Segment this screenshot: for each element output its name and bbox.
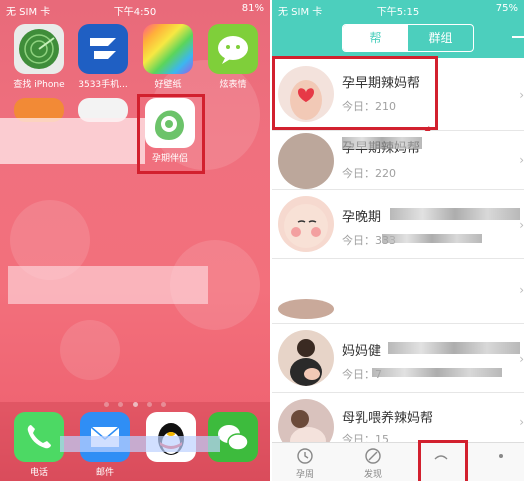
radar-icon	[14, 24, 64, 74]
highlight-box	[418, 440, 468, 481]
clock-label: 下午5:15	[376, 7, 420, 18]
chevron-right-icon: ›	[519, 352, 524, 366]
app-find-iphone[interactable]: 查找 iPhone	[12, 24, 66, 90]
segmented-control: 帮 群组	[342, 24, 474, 52]
chevron-right-icon: ›	[519, 88, 524, 102]
avatar	[278, 196, 334, 252]
group-row[interactable]: 孕早期辣妈帮 今日：220 ›	[272, 131, 524, 190]
blur-overlay	[390, 208, 520, 220]
app-label: 3533手机...	[78, 80, 128, 90]
blur-overlay	[0, 118, 145, 164]
avatar	[278, 133, 334, 189]
clock-icon	[297, 448, 313, 464]
tab-bang[interactable]: 帮	[343, 25, 408, 51]
highlight-box	[272, 56, 438, 130]
chevron-right-icon: ›	[519, 218, 524, 232]
tab-discover[interactable]: 发现	[348, 447, 398, 480]
tab-label: 发现	[363, 470, 382, 480]
highlight-box	[137, 94, 205, 174]
battery-label: 81%	[241, 3, 264, 14]
group-row[interactable]: 妈妈健 今日：7 ›	[272, 324, 524, 393]
tab-label: 孕周	[295, 470, 314, 480]
blur-overlay	[342, 137, 422, 149]
group-today-count: 今日：220	[342, 167, 396, 180]
app-label: 好壁纸	[154, 80, 182, 90]
app-emoji[interactable]: 炫表情	[206, 24, 260, 90]
app-label: 邮件	[95, 468, 114, 478]
avatar	[278, 299, 334, 319]
app-phone[interactable]: 电话	[12, 412, 66, 478]
app-header: 无 SIM 卡 下午5:15 75% 帮 群组	[272, 0, 524, 58]
blur-overlay	[372, 368, 502, 377]
chevron-right-icon: ›	[519, 283, 524, 297]
blur-overlay	[388, 342, 520, 354]
app-3533[interactable]: 3533手机...	[76, 24, 130, 90]
status-bar: 无 SIM 卡 下午5:15 75%	[272, 0, 524, 18]
menu-icon[interactable]	[512, 36, 524, 38]
group-title: 母乳喂养辣妈帮	[342, 411, 434, 426]
chevron-right-icon: ›	[519, 153, 524, 167]
chevron-right-icon: ›	[519, 415, 524, 429]
wallpaper-bokeh	[60, 320, 120, 380]
phone-icon	[14, 412, 64, 462]
group-row[interactable]: 孕晚期 今日：333 ›	[272, 190, 524, 259]
3533-logo-icon	[78, 24, 128, 74]
battery-label: 75%	[495, 3, 518, 14]
clock-label: 下午4:50	[113, 7, 157, 18]
tab-pregnancy-week[interactable]: 孕周	[280, 447, 330, 480]
avatar	[278, 330, 334, 386]
group-title: 妈妈健	[342, 344, 382, 359]
blur-overlay	[60, 436, 220, 452]
chat-bubble-icon	[208, 24, 258, 74]
app-wallpaper[interactable]: 好壁纸	[141, 24, 195, 90]
tab-more[interactable]	[476, 447, 524, 467]
tab-groups[interactable]: 群组	[408, 25, 473, 51]
app-label: 炫表情	[219, 80, 247, 90]
status-bar: 无 SIM 卡 下午4:50 81%	[0, 0, 270, 18]
home-screen: 无 SIM 卡 下午4:50 81% 查找 iPhone 3533手机... 好…	[0, 0, 270, 481]
more-icon	[499, 454, 503, 458]
blur-overlay	[382, 234, 482, 243]
dock: 电话 邮件	[0, 402, 270, 481]
group-title: 孕晚期	[342, 210, 382, 225]
blur-overlay	[8, 266, 208, 304]
app-label: 电话	[29, 468, 48, 478]
app-label: 查找 iPhone	[13, 80, 65, 90]
app-screen: 无 SIM 卡 下午5:15 75% 帮 群组 孕早期辣妈帮 今日：210 › …	[272, 0, 524, 481]
bottom-tab-bar: 孕周 发现	[272, 442, 524, 481]
rainbow-icon	[143, 24, 193, 74]
compass-icon	[365, 448, 381, 464]
group-row[interactable]: ›	[272, 259, 524, 324]
